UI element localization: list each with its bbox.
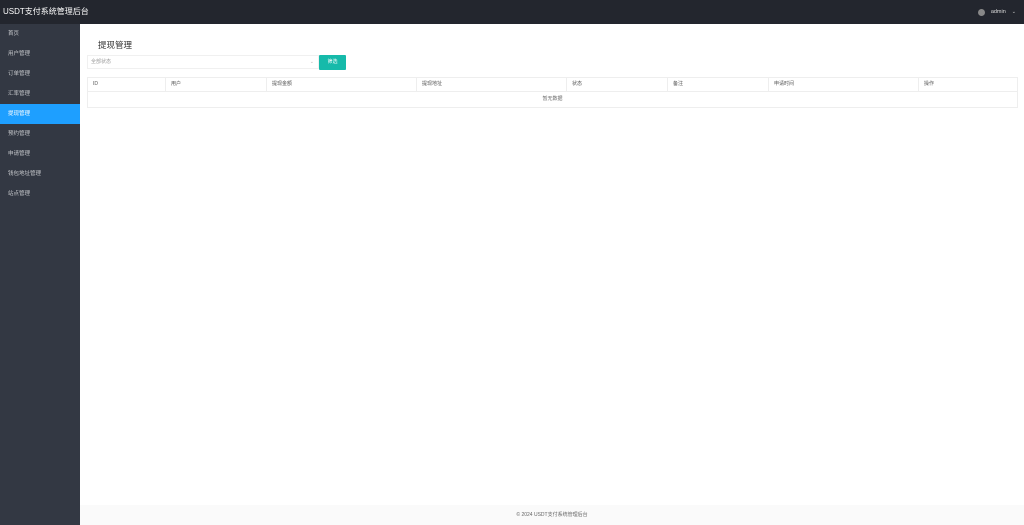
column-header-apply-time: 申请时间 [769, 78, 919, 91]
column-header-amount: 提现金额 [267, 78, 417, 91]
sidebar-item-users[interactable]: 用户管理 [0, 44, 80, 64]
main-content: 提现管理 全部状态 ⌄ 筛选 ID 用户 提现金额 提现地址 状态 备注 申请时… [80, 24, 1024, 505]
sidebar-item-home[interactable]: 首页 [0, 24, 80, 44]
sidebar-item-applications[interactable]: 申请管理 [0, 144, 80, 164]
user-menu[interactable]: admin ⌄ [977, 0, 1016, 24]
sidebar: 首页 用户管理 订单管理 汇率管理 提现管理 预约管理 申请管理 钱包地址管理 … [0, 24, 80, 525]
sidebar-item-reservations[interactable]: 预约管理 [0, 124, 80, 144]
column-header-actions: 操作 [924, 81, 935, 87]
app-title: USDT支付系统管理后台 [3, 7, 89, 16]
footer: © 2024 USDT支付系统管理后台 [80, 505, 1024, 525]
sidebar-item-exchange-rate[interactable]: 汇率管理 [0, 84, 80, 104]
status-filter-select[interactable]: 全部状态 ⌄ [87, 55, 319, 69]
withdrawals-table: ID 用户 提现金额 提现地址 状态 备注 申请时间 操作 暂无数据 [87, 77, 1018, 108]
column-header-id: ID [88, 78, 166, 91]
chevron-down-icon[interactable]: ⌄ [1012, 9, 1016, 15]
page-title: 提现管理 [98, 40, 133, 50]
column-header-address: 提现地址 [417, 78, 567, 91]
column-header-note: 备注 [668, 78, 769, 91]
sidebar-item-withdrawals[interactable]: 提现管理 [0, 104, 80, 124]
column-header-user: 用户 [166, 78, 267, 91]
table-header: ID 用户 提现金额 提现地址 状态 备注 申请时间 操作 [88, 78, 1017, 92]
column-header-status: 状态 [567, 78, 668, 91]
username[interactable]: admin [991, 9, 1006, 15]
sidebar-item-sites[interactable]: 站点管理 [0, 184, 80, 204]
empty-state-text: 暂无数据 [542, 96, 563, 102]
filter-button[interactable]: 筛选 [319, 55, 346, 70]
chevron-down-icon: ⌄ [309, 59, 314, 65]
sidebar-item-wallet-addresses[interactable]: 钱包地址管理 [0, 164, 80, 184]
avatar [977, 8, 985, 16]
top-header: USDT支付系统管理后台 admin ⌄ [0, 0, 1024, 24]
sidebar-item-orders[interactable]: 订单管理 [0, 64, 80, 84]
status-filter-value: 全部状态 [91, 59, 112, 65]
